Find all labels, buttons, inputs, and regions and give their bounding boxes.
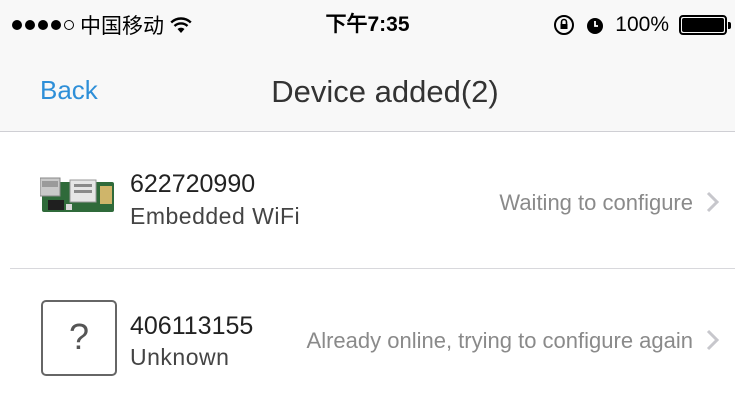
device-id: 406113155	[130, 312, 254, 340]
alarm-icon	[587, 18, 604, 34]
status-bar-right: 100%	[553, 10, 731, 40]
battery-percent: 100%	[615, 13, 669, 36]
rotation-lock-icon	[554, 15, 575, 35]
device-row[interactable]: 622720990 Embedded WiFi Waiting to confi…	[0, 132, 735, 269]
device-status: Already online, trying to configure agai…	[306, 328, 693, 353]
battery-icon	[679, 15, 731, 35]
navigation-bar: Back Device added(2)	[0, 50, 735, 132]
device-status: Waiting to configure	[499, 190, 693, 215]
device-row[interactable]: ? 406113155 Unknown Already online, tryi…	[0, 270, 735, 407]
list-divider	[10, 268, 735, 269]
device-id: 622720990	[130, 170, 256, 198]
device-type: Unknown	[130, 344, 230, 370]
status-bar: 中国移动 下午7:35 100%	[0, 0, 735, 50]
chevron-right-icon	[706, 329, 720, 351]
page-title: Device added(2)	[271, 74, 499, 109]
device-type: Embedded WiFi	[130, 203, 301, 229]
wifi-module-board-icon	[40, 177, 114, 212]
chevron-right-icon	[706, 191, 720, 213]
question-mark-icon: ?	[41, 300, 117, 376]
